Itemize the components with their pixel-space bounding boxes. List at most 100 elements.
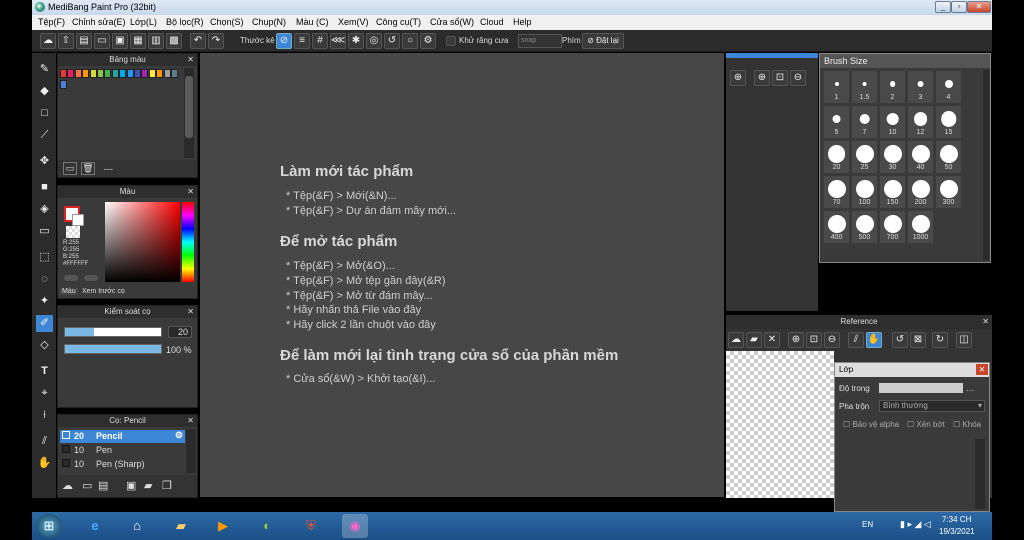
- save-icon[interactable]: ▦: [130, 33, 146, 49]
- layer-close-icon[interactable]: ✕: [976, 364, 988, 375]
- ellipse-ruler-icon[interactable]: ○: [402, 33, 418, 49]
- color-swatch[interactable]: [156, 69, 164, 78]
- menu-layer[interactable]: Lớp(L): [130, 17, 157, 27]
- grid-icon[interactable]: ▩: [166, 33, 182, 49]
- canvas-area[interactable]: Làm mới tác phẩm * Tệp(&F) > Mới(&N)... …: [200, 53, 724, 497]
- brush-size-cell[interactable]: 2: [879, 70, 906, 104]
- panel-close-icon[interactable]: ✕: [187, 306, 194, 318]
- open-file-icon[interactable]: ▣: [112, 33, 128, 49]
- lock-checkbox[interactable]: ☐ Khóa: [953, 420, 981, 429]
- clipping-checkbox[interactable]: ☐ Xén bớt: [907, 420, 945, 429]
- color-mode-button[interactable]: [64, 275, 78, 281]
- size-slider[interactable]: [64, 327, 162, 337]
- clock-time[interactable]: 7:34 CH: [942, 515, 971, 524]
- rotate-right-icon[interactable]: ↻: [932, 332, 948, 348]
- operation-tool-icon[interactable]: ⌖: [36, 385, 53, 402]
- palette-swatches[interactable]: [60, 69, 180, 99]
- menu-view[interactable]: Xem(V): [338, 17, 369, 27]
- color-swatch[interactable]: [148, 69, 156, 78]
- folder-icon[interactable]: ▰: [144, 479, 152, 492]
- flip-icon[interactable]: ◫: [956, 332, 972, 348]
- layer-opacity-slider[interactable]: [879, 383, 963, 393]
- panel-close-icon[interactable]: ✕: [982, 315, 989, 329]
- rectangle-tool-icon[interactable]: ■: [36, 179, 53, 196]
- frame-tool-icon[interactable]: ⟊: [36, 407, 53, 424]
- panel-close-icon[interactable]: ✕: [187, 54, 194, 66]
- palette-scrollbar[interactable]: [184, 68, 194, 158]
- language-indicator[interactable]: EN: [862, 520, 873, 529]
- brush-size-cell[interactable]: 1: [823, 70, 850, 104]
- tab-brush-preview[interactable]: Xem trước cọ: [82, 288, 125, 295]
- zoom-in-icon[interactable]: ⊕: [788, 332, 804, 348]
- alpha-protect-checkbox[interactable]: ☐ Bảo vệ alpha: [843, 420, 899, 429]
- upload-icon[interactable]: ⇧: [58, 33, 74, 49]
- brush-size-cell[interactable]: 200: [907, 175, 934, 209]
- move-tool-icon[interactable]: ✥: [36, 153, 53, 170]
- select-tool-icon[interactable]: ⬚: [36, 249, 53, 266]
- add-swatch-icon[interactable]: ▭: [63, 162, 77, 175]
- tray-icons[interactable]: ▮ ▸ ◢ ◁: [900, 519, 931, 530]
- start-button[interactable]: ⊞: [36, 514, 62, 538]
- explorer-folder-icon[interactable]: ▰: [168, 514, 194, 538]
- eyedropper-icon[interactable]: ⫽: [848, 332, 864, 348]
- color-history-button[interactable]: [84, 275, 98, 281]
- select-eraser-icon[interactable]: ◇: [36, 337, 53, 354]
- brush-size-cell[interactable]: 15: [935, 105, 962, 139]
- brush-size-cell[interactable]: 100: [851, 175, 878, 209]
- brush-menu-icon[interactable]: ▤: [98, 479, 108, 492]
- secondary-color-swatch[interactable]: [72, 214, 84, 226]
- menu-cloud[interactable]: Cloud: [480, 17, 504, 27]
- brush-size-cell[interactable]: 70: [823, 175, 850, 209]
- zoom-icon[interactable]: ⊕: [730, 70, 746, 86]
- redo-icon[interactable]: ↷: [208, 33, 224, 49]
- magic-wand-icon[interactable]: ✦: [36, 293, 53, 310]
- color-swatch[interactable]: [111, 69, 119, 78]
- gradient-tool-icon[interactable]: ▭: [36, 223, 53, 240]
- hue-slider[interactable]: [182, 202, 194, 282]
- eyedropper-icon[interactable]: ⫽: [36, 433, 53, 450]
- panel-close-icon[interactable]: ✕: [187, 186, 194, 198]
- gear-icon[interactable]: ⚙: [175, 430, 183, 441]
- ruler-off-icon[interactable]: ⊘: [276, 33, 292, 49]
- color-swatch[interactable]: [119, 69, 127, 78]
- parallel-ruler-icon[interactable]: ≡: [294, 33, 310, 49]
- color-swatch[interactable]: [134, 69, 141, 78]
- brush-size-cell[interactable]: 3: [907, 70, 934, 104]
- blend-select[interactable]: Bình thường ▾: [879, 400, 985, 412]
- dot-tool-icon[interactable]: □: [36, 105, 53, 122]
- color-swatch[interactable]: [104, 69, 112, 78]
- menu-snap[interactable]: Chụp(N): [252, 17, 286, 27]
- brush-size-cell[interactable]: 300: [935, 175, 962, 209]
- menu-window[interactable]: Cửa sổ(W): [430, 17, 474, 27]
- brush-list-scrollbar[interactable]: [186, 429, 196, 473]
- color-swatch[interactable]: [74, 69, 82, 78]
- brush-item-pencil[interactable]: 20 Pencil ⚙: [60, 430, 185, 443]
- size-value[interactable]: 20: [168, 326, 192, 338]
- brush-size-cell[interactable]: 20: [823, 140, 850, 174]
- zoom-in-icon[interactable]: ⊕: [754, 70, 770, 86]
- reset-view-icon[interactable]: ⊠: [910, 332, 926, 348]
- cloud-icon[interactable]: ☁: [40, 33, 56, 49]
- color-swatch[interactable]: [97, 69, 104, 78]
- color-swatch[interactable]: [82, 69, 90, 78]
- brush-size-cell[interactable]: 700: [879, 210, 906, 244]
- trash-icon[interactable]: 🗑: [81, 162, 95, 175]
- hand-icon[interactable]: ✋: [866, 332, 882, 348]
- concentric-ruler-icon[interactable]: ◎: [366, 33, 382, 49]
- radial-ruler-icon[interactable]: ✱: [348, 33, 364, 49]
- opacity-slider[interactable]: [64, 344, 162, 354]
- color-swatch[interactable]: [141, 69, 149, 78]
- menu-filter[interactable]: Bộ lọc(R): [166, 17, 204, 27]
- palette-scroll-thumb[interactable]: [185, 76, 193, 138]
- zoom-out-icon[interactable]: ⊖: [790, 70, 806, 86]
- brush-item-pen-sharp[interactable]: 10 Pen (Sharp): [60, 458, 185, 471]
- copy-icon[interactable]: ❐: [162, 479, 172, 492]
- brush-size-scrollbar[interactable]: [983, 70, 989, 260]
- fill-tool-icon[interactable]: ◈: [36, 201, 53, 218]
- color-swatch[interactable]: [60, 69, 67, 78]
- tab-color[interactable]: Màu: [60, 288, 78, 295]
- export-icon[interactable]: ▥: [148, 33, 164, 49]
- app-green-icon[interactable]: ◐: [254, 514, 280, 538]
- brush-size-cell[interactable]: 12: [907, 105, 934, 139]
- color-swatch[interactable]: [163, 69, 171, 78]
